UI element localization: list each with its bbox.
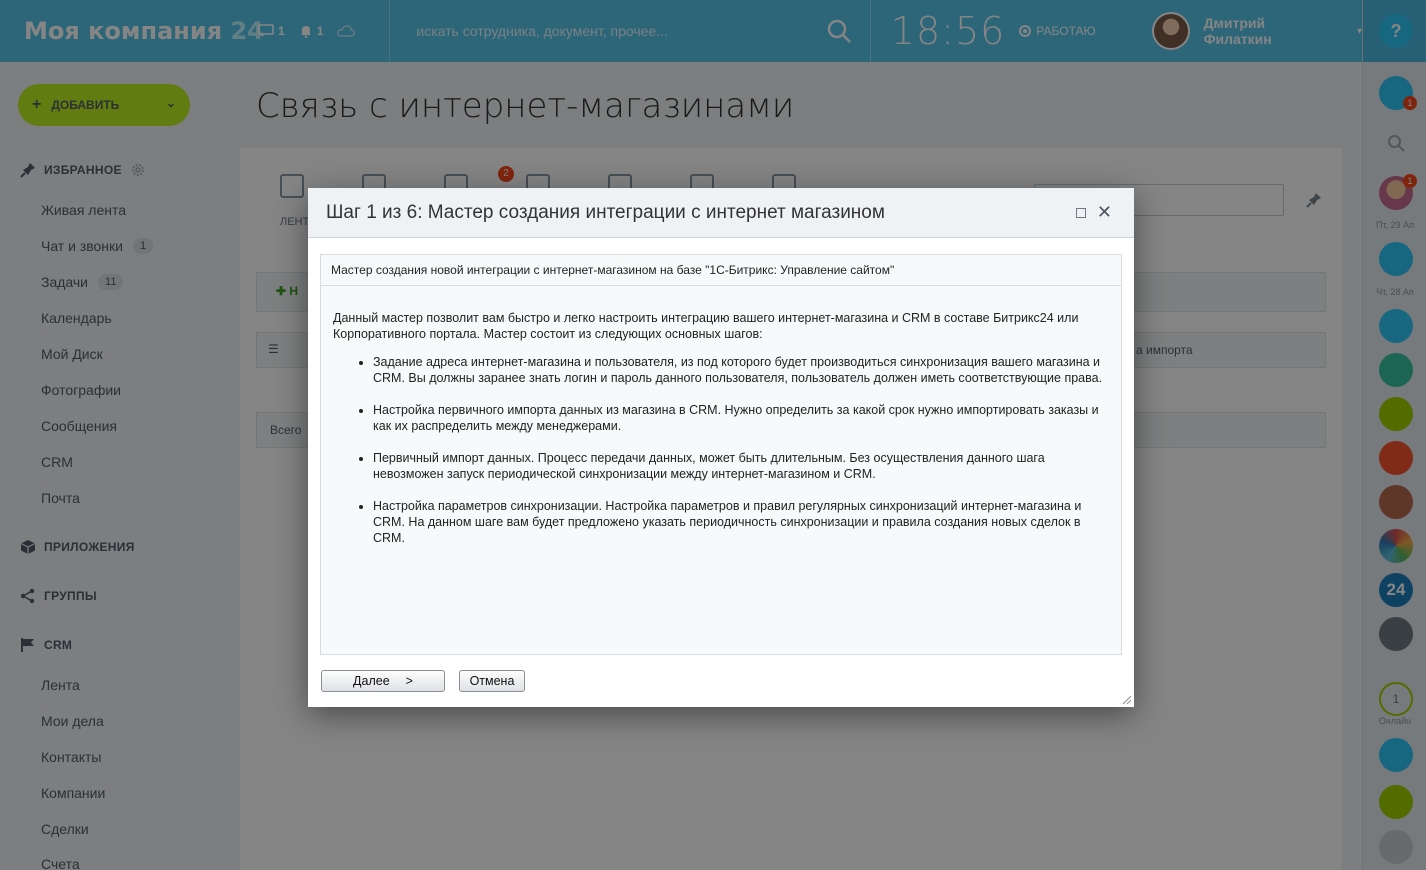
next-arrow-icon: > <box>405 674 413 688</box>
list-item: Настройка первичного импорта данных из м… <box>373 402 1109 434</box>
dialog-subtitle: Мастер создания новой интеграции с интер… <box>321 255 1121 286</box>
list-item: Первичный импорт данных. Процесс передач… <box>373 450 1109 482</box>
list-item: Задание адреса интернет-магазина и польз… <box>373 354 1109 386</box>
next-button-label: Далее <box>353 674 390 688</box>
maximize-icon[interactable] <box>1076 208 1086 218</box>
dialog-content: Мастер создания новой интеграции с интер… <box>320 254 1122 655</box>
dialog-title: Шаг 1 из 6: Мастер создания интеграции с… <box>326 201 885 223</box>
dialog-body: Данный мастер позволит вам быстро и легк… <box>321 286 1121 546</box>
steps-list: Задание адреса интернет-магазина и польз… <box>333 354 1109 546</box>
resize-grip-icon[interactable] <box>1120 693 1132 705</box>
next-button[interactable]: Далее > <box>321 670 445 692</box>
close-icon[interactable]: ✕ <box>1097 202 1112 222</box>
cancel-button[interactable]: Отмена <box>459 670 525 692</box>
dialog-header[interactable]: Шаг 1 из 6: Мастер создания интеграции с… <box>308 188 1134 238</box>
list-item: Настройка параметров синхронизации. Наст… <box>373 498 1109 546</box>
intro-text: Данный мастер позволит вам быстро и легк… <box>333 311 1079 341</box>
wizard-dialog: Шаг 1 из 6: Мастер создания интеграции с… <box>308 188 1134 707</box>
